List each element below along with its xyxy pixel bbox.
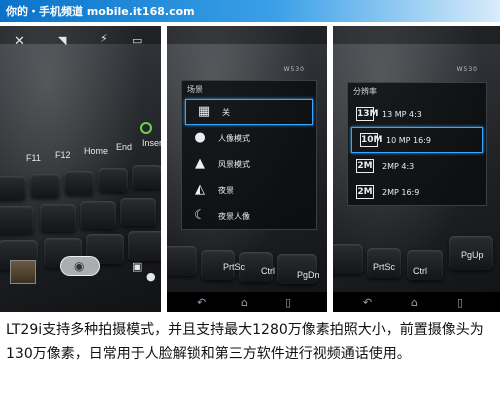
last-photo-thumbnail[interactable] (10, 260, 36, 284)
scene-menu: 场景 ▦ 关 ● 人像模式 ▲ 风景模式 ◭ 夜景 ☾ 夜景人像 (181, 80, 317, 230)
scene-option-landscape[interactable]: ▲ 风景模式 (182, 151, 316, 177)
home-icon[interactable]: ⌂ (241, 296, 248, 309)
resolution-icon: 2M (356, 159, 374, 173)
key-label: PrtSc (223, 262, 246, 272)
site-header-text: 你的・手机频道 mobile.it168.com (6, 5, 195, 18)
key-label: F11 (26, 153, 41, 163)
key (128, 231, 161, 261)
resolution-option-13mp[interactable]: 13M 13 MP 4:3 (348, 101, 486, 127)
resolution-screenshot: W530 PrtSc Ctrl PgUp 分辨率 13M 13 MP 4:3 1… (333, 26, 500, 312)
scene-option-label: 风景模式 (218, 159, 250, 169)
video-icon[interactable]: ▣ (132, 260, 142, 273)
camera-viewfinder-screenshot: ✕ ◥ ⚡ ▭ F11 F12 Home End Insert ◉ ▣ ● (0, 26, 161, 312)
portrait-icon: ● (194, 130, 206, 145)
night-portrait-icon: ☾ (194, 208, 206, 223)
resolution-icon: 2M (356, 185, 374, 199)
key (167, 246, 197, 276)
key-label: Ctrl (261, 266, 275, 276)
camera-icon: ◉ (74, 259, 85, 273)
status-bar (167, 26, 327, 44)
nav-bar: ↶ ⌂ ▯ (333, 292, 500, 312)
shutter-button[interactable]: ◉ (60, 256, 100, 276)
key (120, 198, 156, 226)
key (98, 168, 128, 192)
resolution-icon: 13M (356, 107, 379, 121)
resolution-icon: 10M (360, 133, 383, 147)
model-badge: W530 (283, 66, 305, 73)
key-label: Ctrl (413, 266, 427, 276)
key (80, 201, 116, 229)
back-icon[interactable]: ↶ (363, 296, 372, 309)
nav-bar: ↶ ⌂ ▯ (167, 292, 327, 312)
flash-icon[interactable]: ⚡ (100, 32, 108, 45)
scene-option-label: 夜景人像 (218, 211, 250, 221)
resolution-option-label: 10 MP 16:9 (386, 135, 431, 145)
landscape-icon: ▲ (195, 156, 205, 171)
switch-camera-icon[interactable]: ● (146, 270, 156, 283)
scene-option-off[interactable]: ▦ 关 (185, 99, 313, 125)
scene-option-night-portrait[interactable]: ☾ 夜景人像 (182, 203, 316, 229)
resolution-option-label: 13 MP 4:3 (382, 109, 422, 119)
key (64, 171, 94, 195)
grid-icon: ▦ (197, 104, 211, 119)
key-label: Insert (142, 138, 161, 148)
recent-apps-icon[interactable]: ▯ (457, 296, 463, 309)
recent-apps-icon[interactable]: ▯ (285, 296, 291, 309)
resolution-menu: 分辨率 13M 13 MP 4:3 10M 10 MP 16:9 2M 2MP … (347, 82, 487, 206)
key-label: PgDn (297, 270, 320, 280)
tools-icon[interactable]: ✕ (14, 34, 25, 49)
key (40, 204, 76, 232)
key-label: End (116, 142, 133, 152)
resolution-menu-title: 分辨率 (353, 87, 377, 96)
scene-option-label: 夜景 (218, 185, 234, 195)
key (333, 244, 363, 274)
back-icon[interactable]: ↶ (197, 296, 206, 309)
key (132, 165, 161, 189)
key (30, 174, 60, 198)
site-header: 你的・手机频道 mobile.it168.com (0, 0, 500, 22)
scene-menu-title: 场景 (187, 85, 203, 94)
resolution-option-10mp[interactable]: 10M 10 MP 16:9 (351, 127, 483, 153)
key (0, 206, 34, 234)
battery-icon: ▭ (132, 34, 143, 47)
resolution-option-2mp-4-3[interactable]: 2M 2MP 4:3 (348, 153, 486, 179)
model-badge: W530 (456, 66, 478, 73)
scene-mode-screenshot: W530 PrtSc Ctrl PgDn 场景 ▦ 关 ● 人像模式 ▲ 风景模… (167, 26, 327, 312)
resolution-option-label: 2MP 4:3 (382, 161, 415, 171)
status-bar (333, 26, 500, 44)
key (0, 176, 26, 200)
key-label: F12 (55, 150, 71, 160)
key-label: PrtSc (373, 262, 396, 272)
article-caption: LT29i支持多种拍摄模式，并且支持最大1280万像素拍照大小，前置摄像头为13… (6, 322, 484, 362)
scene-option-label: 关 (222, 107, 230, 117)
resolution-option-2mp-16-9[interactable]: 2M 2MP 16:9 (348, 179, 486, 205)
resolution-option-label: 2MP 16:9 (382, 187, 420, 197)
scene-option-portrait[interactable]: ● 人像模式 (182, 125, 316, 151)
scene-option-label: 人像模式 (218, 133, 250, 143)
night-icon: ◭ (195, 182, 205, 197)
scene-option-night[interactable]: ◭ 夜景 (182, 177, 316, 203)
wifi-icon: ◥ (58, 34, 67, 47)
trackpoint-led (140, 122, 152, 134)
key-label: PgUp (461, 250, 484, 260)
key-label: Home (84, 146, 109, 156)
home-icon[interactable]: ⌂ (411, 296, 418, 309)
